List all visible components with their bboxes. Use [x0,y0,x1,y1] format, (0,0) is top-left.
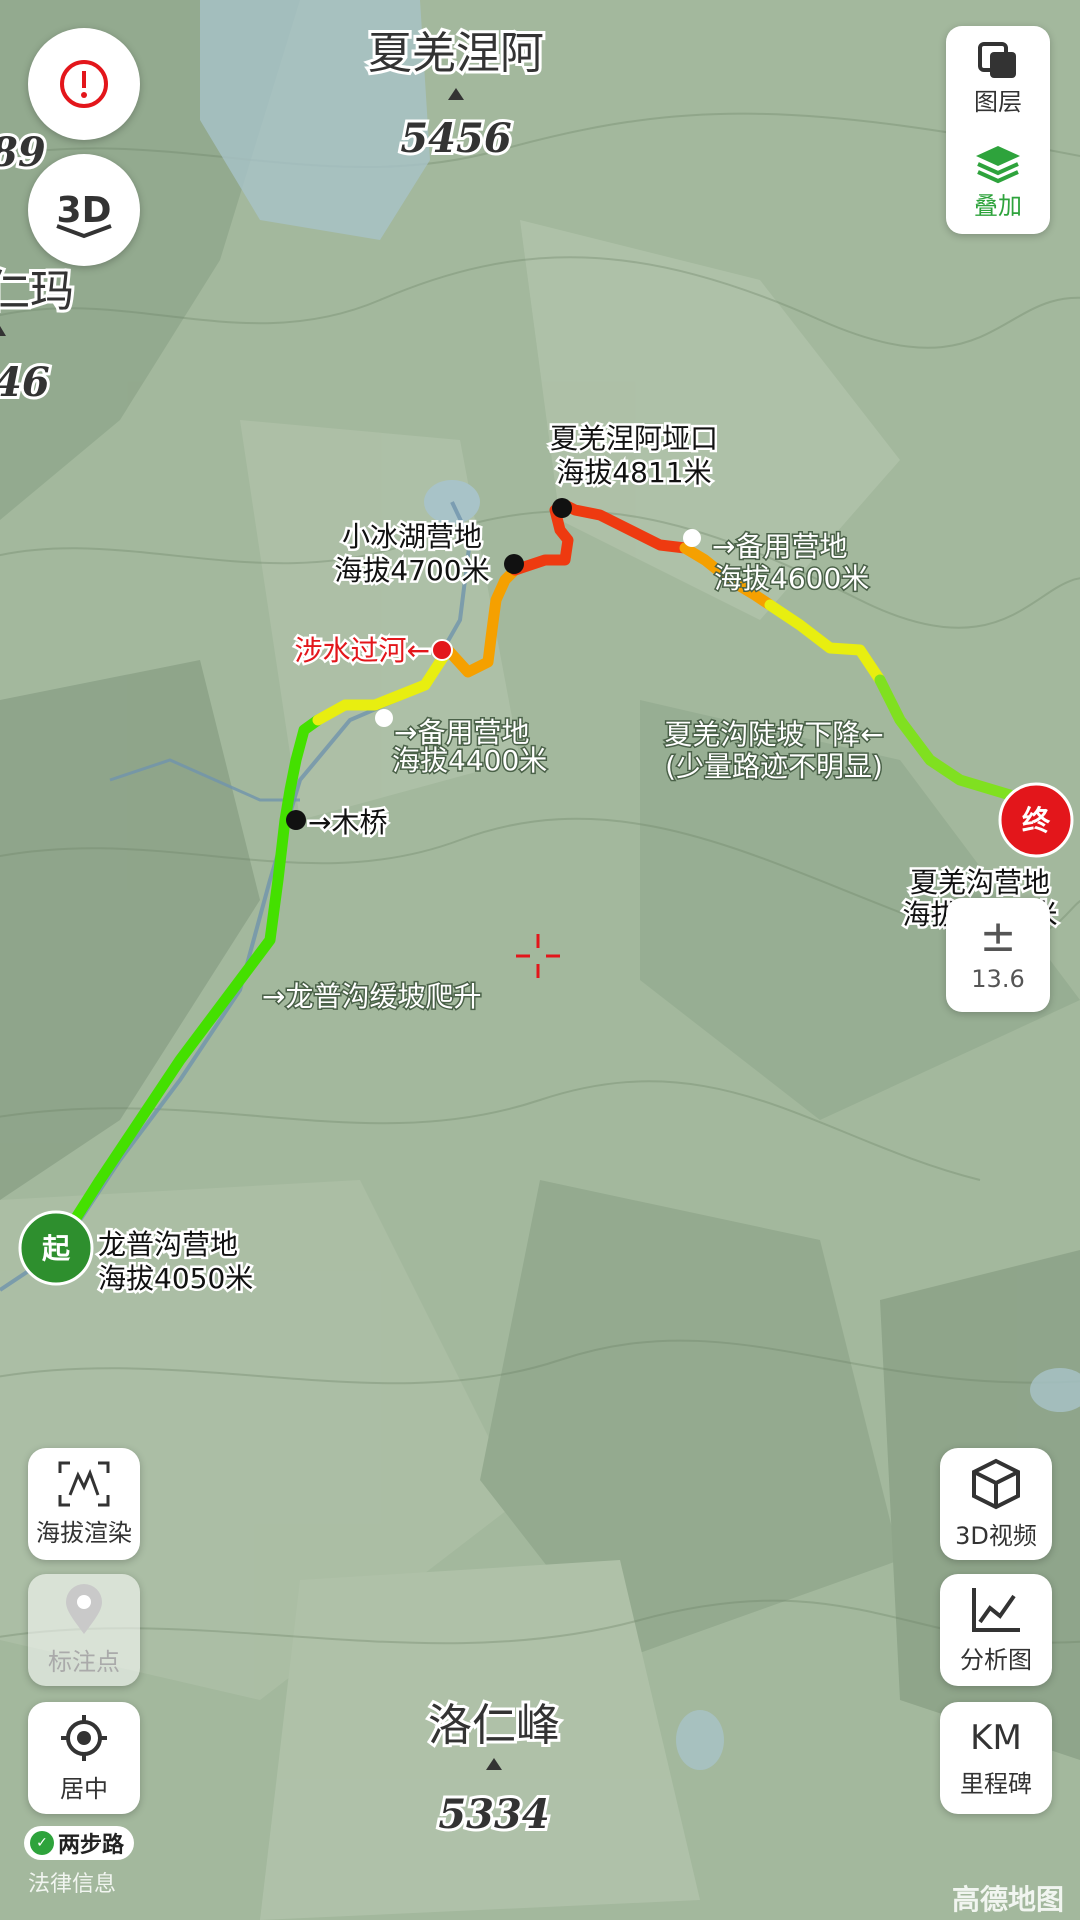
km-icon-text: KM [970,1717,1022,1758]
svg-text:3D: 3D [57,190,112,231]
label-river-crossing: 涉水过河← [295,634,430,667]
elevation-render-button[interactable]: 海拔渲染 [28,1448,140,1560]
alert-button[interactable] [28,28,140,140]
end-marker-text: 终 [1022,804,1051,837]
label-end-camp-name: 夏羌沟营地 [910,866,1050,899]
center-button[interactable]: 居中 [28,1702,140,1814]
legal-info-link[interactable]: 法律信息 [28,1866,116,1898]
zoom-icon: ± [979,911,1017,962]
overlay-label: 叠加 [974,191,1022,220]
waypoint-bridge [286,810,306,830]
3d-icon: 3D [56,190,112,239]
layer-panel: 图层 叠加 [946,26,1050,234]
zoom-control[interactable]: ± 13.6 [946,898,1050,1012]
peak-name-left: 仁玛 [0,266,74,317]
analysis-button[interactable]: 分析图 [940,1574,1052,1686]
3d-video-button[interactable]: 3D视频 [940,1448,1052,1560]
milestone-button[interactable]: KM 里程碑 [940,1702,1052,1814]
layers-icon [978,41,1016,78]
label-lake-camp-name: 小冰湖营地 [342,520,482,553]
label-bridge: →木桥 [308,806,387,839]
3d-toggle-button[interactable]: 3D [28,154,140,266]
layers-button[interactable]: 图层 [946,26,1050,130]
waypoint-river-crossing [431,639,453,661]
peak-elev-xiaqiang: 5456 [400,115,511,162]
elevation-icon [58,1461,110,1506]
label-start-camp-name: 龙普沟营地 [98,1228,238,1261]
label-descent-2: (少量路迹不明显) [665,750,883,783]
peak-elev-top: 89 [0,129,46,176]
elevation-render-label: 海拔渲染 [36,1518,132,1547]
label-pass-name: 夏羌涅阿垭口 [550,422,718,455]
label-lake-camp-elev: 海拔4700米 [334,554,489,587]
overlay-button[interactable]: 叠加 [946,130,1050,234]
layers-label: 图层 [974,87,1022,116]
start-marker[interactable]: 起 [18,1210,94,1286]
label-backup-east-elev: 海拔4600米 [714,562,869,595]
cube-icon [972,1458,1020,1509]
waypoint-backup-camp-west [375,709,393,727]
start-marker-text: 起 [42,1232,71,1265]
line-chart-icon [972,1587,1020,1632]
label-backup-west-elev: 海拔4400米 [392,744,547,777]
label-start-camp-elev: 海拔4050米 [98,1262,253,1295]
label-pass-elev: 海拔4811米 [556,456,711,489]
3d-video-label: 3D视频 [955,1521,1037,1550]
alert-icon [60,60,108,108]
waypoint-backup-camp-east [683,529,701,547]
footprint-pin-icon [66,1583,102,1634]
end-marker[interactable]: 终 [998,782,1074,858]
topographic-map[interactable]: 起 终 夏羌涅阿 5456 洛仁峰 5334 仁玛 46 89 夏羌涅阿垭口 海… [0,0,1080,1920]
stack-icon [976,145,1020,183]
brand-text: 两步路 [58,1833,125,1858]
locate-icon [61,1714,107,1761]
peak-name-luoren: 洛仁峰 [428,1700,560,1751]
label-descent-1: 夏羌沟陡坡下降← [664,718,883,751]
label-ascent: →龙普沟缓坡爬升 [262,980,481,1013]
waypoint-pass [552,498,572,518]
peak-elev-luoren: 5334 [438,1791,549,1838]
brand-logo: ✓ 两步路 [24,1826,135,1860]
zoom-level: 13.6 [971,965,1025,993]
peak-elev-left: 46 [0,359,50,406]
center-label: 居中 [60,1774,108,1803]
mark-point-label: 标注点 [48,1647,120,1676]
brand-icon: ✓ [30,1831,54,1855]
label-backup-east-name: →备用营地 [712,530,847,563]
waypoint-lake-camp [504,554,524,574]
mark-point-button[interactable]: 标注点 [28,1574,140,1686]
peak-name-xiaqiang: 夏羌涅阿 [368,28,544,79]
analysis-label: 分析图 [960,1645,1032,1674]
milestone-label: 里程碑 [960,1769,1032,1798]
map-provider-logo: 高德地图 [952,1883,1065,1916]
